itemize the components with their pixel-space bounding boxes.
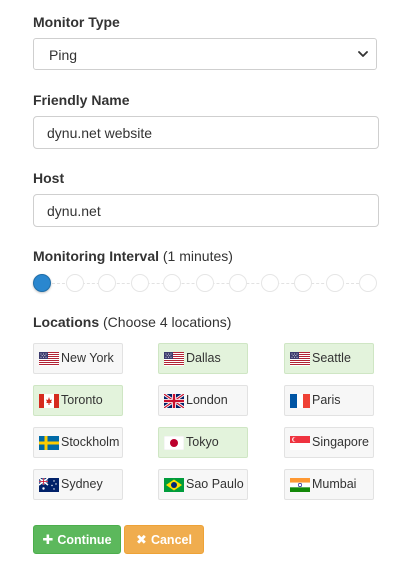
host-value: dynu.net bbox=[47, 203, 101, 219]
location-tokyo[interactable]: Tokyo bbox=[158, 427, 248, 458]
location-toronto[interactable]: Toronto bbox=[33, 385, 123, 416]
monitor-type-select[interactable]: Ping bbox=[33, 38, 377, 70]
monitor-type-value: Ping bbox=[49, 47, 78, 63]
slider-step[interactable] bbox=[98, 274, 116, 292]
australia-flag-icon bbox=[38, 477, 59, 492]
location-london[interactable]: London bbox=[158, 385, 248, 416]
friendly-name-value: dynu.net website bbox=[47, 125, 153, 141]
location-label: Seattle bbox=[312, 351, 351, 365]
chevron-down-icon bbox=[358, 51, 368, 57]
monitoring-interval-note: (1 minutes) bbox=[162, 248, 233, 264]
slider-step[interactable] bbox=[261, 274, 279, 292]
interval-slider[interactable] bbox=[33, 274, 383, 294]
location-stockholm[interactable]: Stockholm bbox=[33, 427, 123, 458]
slider-step[interactable] bbox=[359, 274, 377, 292]
slider-step[interactable] bbox=[66, 274, 84, 292]
location-mumbai[interactable]: Mumbai bbox=[284, 469, 374, 500]
location-label: Paris bbox=[312, 393, 341, 407]
friendly-name-label: Friendly Name bbox=[33, 92, 130, 108]
continue-label: Continue bbox=[57, 532, 112, 547]
location-label: Dallas bbox=[186, 351, 221, 365]
monitor-type-label: Monitor Type bbox=[33, 14, 120, 30]
sweden-flag-icon bbox=[39, 436, 59, 450]
host-input[interactable]: dynu.net bbox=[33, 194, 379, 227]
canada-flag-icon bbox=[39, 394, 59, 408]
monitoring-interval-label: Monitoring Interval (1 minutes) bbox=[33, 248, 233, 264]
location-label: London bbox=[186, 393, 228, 407]
location-label: Mumbai bbox=[312, 477, 357, 491]
location-label: Sao Paulo bbox=[186, 477, 244, 491]
cancel-button[interactable]: ✖ Cancel bbox=[124, 525, 204, 554]
slider-handle[interactable] bbox=[33, 274, 51, 292]
location-singapore[interactable]: Singapore bbox=[284, 427, 374, 458]
locations-label: Locations (Choose 4 locations) bbox=[33, 314, 231, 330]
host-label: Host bbox=[33, 170, 65, 186]
location-label: Stockholm bbox=[61, 435, 120, 449]
singapore-flag-icon bbox=[290, 436, 310, 450]
uk-flag-icon bbox=[163, 392, 185, 410]
close-icon: ✖ bbox=[136, 532, 147, 547]
continue-button[interactable]: ✚ Continue bbox=[33, 525, 121, 554]
location-label: New York bbox=[61, 351, 114, 365]
slider-step[interactable] bbox=[163, 274, 181, 292]
location-label: Toronto bbox=[61, 393, 103, 407]
location-seattle[interactable]: Seattle bbox=[284, 343, 374, 374]
location-sydney[interactable]: Sydney bbox=[33, 469, 123, 500]
france-flag-icon bbox=[290, 394, 310, 408]
location-label: Singapore bbox=[312, 435, 369, 449]
locations-note: (Choose 4 locations) bbox=[103, 314, 232, 330]
slider-step[interactable] bbox=[326, 274, 344, 292]
plus-icon: ✚ bbox=[42, 532, 54, 547]
japan-flag-icon bbox=[163, 435, 185, 451]
location-sao-paulo[interactable]: Sao Paulo bbox=[158, 469, 248, 500]
india-flag-icon bbox=[290, 478, 310, 492]
location-paris[interactable]: Paris bbox=[284, 385, 374, 416]
us-flag-icon bbox=[290, 352, 310, 366]
slider-step[interactable] bbox=[131, 274, 149, 292]
location-new-york[interactable]: New York bbox=[33, 343, 123, 374]
monitoring-interval-title: Monitoring Interval bbox=[33, 248, 159, 264]
us-flag-icon bbox=[164, 352, 184, 366]
location-label: Sydney bbox=[61, 477, 103, 491]
location-label: Tokyo bbox=[186, 435, 219, 449]
locations-title: Locations bbox=[33, 314, 100, 330]
slider-step[interactable] bbox=[196, 274, 214, 292]
location-dallas[interactable]: Dallas bbox=[158, 343, 248, 374]
slider-step[interactable] bbox=[294, 274, 312, 292]
us-flag-icon bbox=[39, 352, 59, 366]
cancel-label: Cancel bbox=[150, 532, 192, 547]
brazil-flag-icon bbox=[164, 478, 184, 492]
friendly-name-input[interactable]: dynu.net website bbox=[33, 116, 379, 149]
slider-step[interactable] bbox=[229, 274, 247, 292]
